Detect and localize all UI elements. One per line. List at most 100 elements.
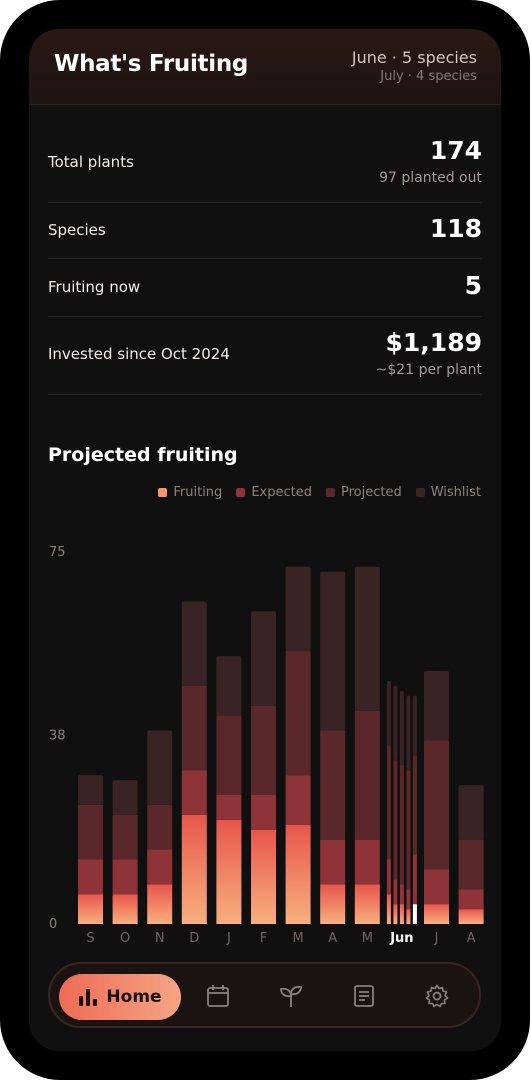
- bar-segment-expected-4[interactable]: [216, 795, 242, 820]
- legend-swatch: [158, 488, 168, 497]
- bar-segment-expected-7[interactable]: [320, 839, 346, 885]
- bar-segment-fruiting-8[interactable]: [354, 884, 380, 924]
- legend-item-projected: Projected: [325, 485, 402, 500]
- bar-segment-fruiting-11[interactable]: [458, 909, 484, 924]
- bar-segment-expected-3[interactable]: [181, 770, 207, 815]
- calendar-icon[interactable]: [205, 983, 231, 1009]
- chart-legend: Fruiting Expected Projected Wishlist: [158, 485, 481, 500]
- nav-home-label: Home: [106, 987, 162, 1007]
- bar-segment-fruiting-0[interactable]: [78, 894, 103, 924]
- bar-segment-expected-1[interactable]: [112, 859, 138, 895]
- bar-segment-projected-jun-2[interactable]: [399, 765, 404, 885]
- bar-segment-projected-2[interactable]: [147, 804, 173, 850]
- bar-segment-expected-11[interactable]: [458, 889, 484, 910]
- y-tick-label: 75: [49, 545, 66, 560]
- bar-segment-projected-11[interactable]: [458, 839, 484, 890]
- bar-segment-projected-jun-1[interactable]: [393, 760, 398, 880]
- stat-row-fruiting-now: Fruiting now 5: [48, 258, 482, 317]
- projected-fruiting-chart: 0 38 75 S O N D J F M A M Jun J A: [49, 545, 484, 946]
- bar-segment-projected-jun-4[interactable]: [412, 755, 417, 855]
- bar-segment-projected-7[interactable]: [320, 730, 346, 840]
- x-tick-label: D: [189, 931, 199, 946]
- stat-value: 174: [429, 136, 482, 165]
- stat-row-species: Species 118: [48, 202, 482, 259]
- stat-label: Invested since Oct 2024: [48, 345, 230, 363]
- bar-segment-wishlist-8[interactable]: [354, 566, 380, 711]
- bar-segment-expected-5[interactable]: [251, 795, 276, 830]
- bar-segment-wishlist-jun-0[interactable]: [386, 680, 391, 746]
- legend-label: Expected: [251, 485, 312, 500]
- legend-label: Projected: [340, 485, 402, 500]
- bar-segment-projected-8[interactable]: [354, 710, 380, 840]
- bar-segment-expected-jun-4[interactable]: [412, 854, 417, 905]
- nav-home-button[interactable]: Home: [59, 974, 181, 1020]
- bar-segment-wishlist-4[interactable]: [216, 656, 242, 716]
- bar-segment-fruiting-jun-0[interactable]: [386, 894, 391, 924]
- x-tick-label: M: [362, 931, 373, 946]
- bar-segment-fruiting-7[interactable]: [320, 884, 346, 924]
- bar-segment-wishlist-jun-2[interactable]: [399, 690, 404, 766]
- bar-segment-expected-2[interactable]: [147, 849, 173, 885]
- bar-segment-fruiting-5[interactable]: [251, 829, 276, 924]
- bar-segment-wishlist-jun-4[interactable]: [412, 695, 417, 756]
- bar-segment-fruiting-4[interactable]: [216, 819, 242, 924]
- gear-icon[interactable]: [424, 983, 450, 1009]
- bar-segment-fruiting-3[interactable]: [181, 814, 207, 924]
- bar-segment-wishlist-0[interactable]: [78, 775, 103, 805]
- bar-segment-expected-jun-1[interactable]: [393, 879, 398, 905]
- bar-segment-wishlist-3[interactable]: [181, 601, 207, 686]
- y-tick-label: 0: [49, 917, 57, 932]
- bar-segment-projected-3[interactable]: [181, 685, 207, 771]
- bar-segment-wishlist-5[interactable]: [251, 611, 276, 706]
- x-tick-label: A: [328, 931, 337, 946]
- bar-segment-fruiting-jun-4[interactable]: [412, 904, 417, 924]
- bar-segment-projected-0[interactable]: [78, 804, 103, 860]
- stat-label: Fruiting now: [48, 278, 141, 296]
- legend-label: Fruiting: [173, 485, 223, 500]
- legend-item-fruiting: Fruiting: [158, 485, 222, 500]
- x-tick-label: F: [260, 931, 267, 946]
- current-month-summary: June · 5 species: [351, 48, 477, 67]
- list-icon[interactable]: [351, 983, 377, 1009]
- bar-segment-fruiting-jun-3[interactable]: [406, 909, 411, 924]
- legend-swatch: [236, 488, 246, 497]
- bar-segment-projected-jun-3[interactable]: [406, 770, 411, 890]
- x-tick-label: J: [226, 931, 231, 946]
- bar-segment-expected-10[interactable]: [424, 869, 449, 905]
- bar-segment-expected-8[interactable]: [354, 839, 380, 885]
- bar-segment-projected-10[interactable]: [424, 740, 449, 870]
- stat-label: Total plants: [48, 153, 134, 171]
- sprout-icon[interactable]: [278, 983, 304, 1009]
- bar-segment-wishlist-jun-3[interactable]: [406, 695, 411, 771]
- bar-segment-projected-1[interactable]: [112, 814, 138, 860]
- app-header: What's Fruiting June · 5 species July · …: [29, 29, 501, 105]
- stat-row-total-plants: Total plants 174 97 planted out: [48, 124, 482, 203]
- bar-segment-expected-jun-0[interactable]: [386, 859, 391, 895]
- bar-segment-wishlist-jun-1[interactable]: [393, 685, 398, 761]
- bar-segment-wishlist-11[interactable]: [458, 785, 484, 840]
- bar-segment-wishlist-7[interactable]: [320, 571, 346, 731]
- bar-segment-fruiting-2[interactable]: [147, 884, 173, 924]
- stat-row-invested: Invested since Oct 2024 $1,189 ~$21 per …: [48, 316, 482, 395]
- bar-segment-wishlist-2[interactable]: [147, 730, 173, 805]
- bar-segment-projected-jun-0[interactable]: [386, 745, 391, 860]
- legend-item-expected: Expected: [236, 485, 312, 500]
- bar-segment-expected-jun-3[interactable]: [406, 889, 411, 910]
- bar-segment-wishlist-6[interactable]: [285, 566, 311, 652]
- bar-segment-expected-jun-2[interactable]: [399, 884, 404, 905]
- bar-segment-projected-5[interactable]: [251, 705, 276, 795]
- bar-segment-fruiting-jun-1[interactable]: [393, 904, 398, 924]
- bar-segment-projected-6[interactable]: [285, 651, 311, 776]
- bar-segment-fruiting-6[interactable]: [285, 824, 311, 924]
- stat-sub: 97 planted out: [379, 170, 482, 186]
- bar-segment-projected-4[interactable]: [216, 715, 242, 795]
- bar-segment-wishlist-1[interactable]: [112, 780, 138, 815]
- bar-segment-expected-6[interactable]: [285, 775, 311, 825]
- app-screen: What's Fruiting June · 5 species July · …: [29, 29, 501, 1051]
- bar-segment-fruiting-10[interactable]: [424, 904, 449, 924]
- bar-segment-expected-0[interactable]: [78, 859, 103, 895]
- bar-segment-wishlist-10[interactable]: [424, 670, 449, 741]
- bar-segment-fruiting-1[interactable]: [112, 894, 138, 924]
- app-title: What's Fruiting: [54, 51, 249, 77]
- bar-segment-fruiting-jun-2[interactable]: [399, 904, 404, 924]
